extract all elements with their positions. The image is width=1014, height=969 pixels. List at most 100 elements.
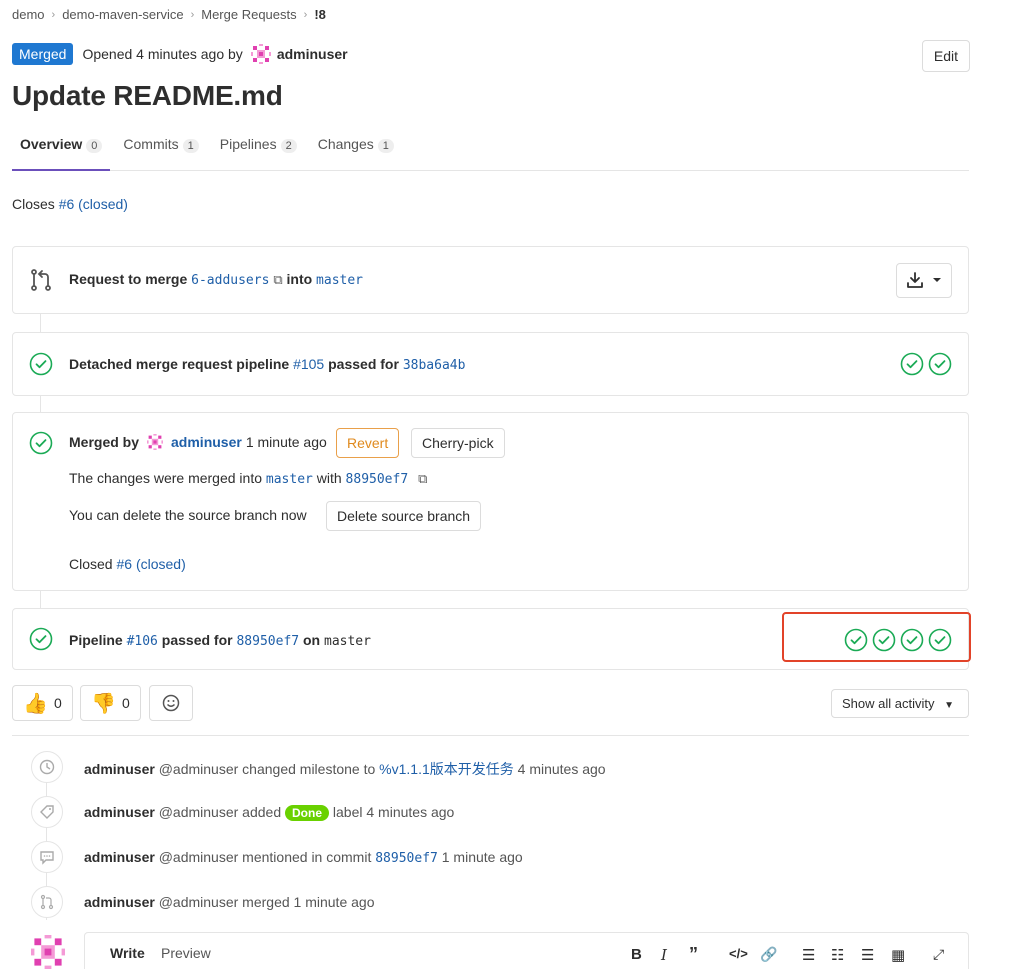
avatar[interactable] <box>251 44 271 64</box>
source-branch-link[interactable]: 6-addusers <box>191 273 269 288</box>
tab-commits[interactable]: Commits 1 <box>115 126 206 171</box>
tab-label: Commits <box>123 136 179 152</box>
bullet-list-icon[interactable]: ☰ <box>802 946 820 964</box>
revert-button[interactable]: Revert <box>336 428 400 458</box>
activity-handle: @adminuser <box>158 804 239 820</box>
target-branch-link[interactable]: master <box>316 273 363 288</box>
commit-link[interactable]: 38ba6a4b <box>403 358 466 373</box>
activity-action: changed milestone to <box>242 761 376 777</box>
closes-text: Closes #6 (closed) <box>12 196 128 212</box>
edit-button[interactable]: Edit <box>921 40 970 72</box>
bold-icon[interactable]: B <box>631 946 649 964</box>
breadcrumb-project[interactable]: demo-maven-service <box>62 7 183 22</box>
award-count: 0 <box>54 695 62 711</box>
pipeline-link[interactable]: #105 <box>293 356 324 372</box>
tab-changes[interactable]: Changes 1 <box>310 126 402 171</box>
activity-user[interactable]: adminuser <box>84 761 155 777</box>
commit-link[interactable]: 88950ef7 <box>375 851 438 866</box>
commit-link[interactable]: 88950ef7 <box>236 634 299 649</box>
thumbsup-award-button[interactable]: 👍 0 <box>12 685 73 721</box>
branch-name: master <box>324 634 371 649</box>
clock-icon <box>31 751 63 783</box>
pipeline-link[interactable]: #106 <box>127 634 158 649</box>
delete-source-branch-button[interactable]: Delete source branch <box>326 501 482 531</box>
avatar[interactable] <box>31 935 65 969</box>
closed-issue-link[interactable]: #6 (closed) <box>116 556 185 572</box>
stage-success-icon[interactable] <box>928 352 952 376</box>
activity-user[interactable]: adminuser <box>84 849 155 865</box>
author-link[interactable]: adminuser <box>277 46 348 62</box>
closes-prefix: Closes <box>12 196 55 212</box>
activity-item: adminuser @adminuser mentioned in commit… <box>84 849 523 866</box>
italic-icon[interactable]: I <box>661 946 679 964</box>
activity-action: added <box>242 804 282 820</box>
tab-label: Changes <box>317 136 374 152</box>
task-list-icon[interactable]: ☰ <box>861 946 879 964</box>
thumbsdown-award-button[interactable]: 👎 0 <box>80 685 141 721</box>
status-success-icon[interactable] <box>29 627 53 651</box>
opened-text: Opened 4 minutes ago by <box>82 46 243 62</box>
activity-handle: @adminuser <box>158 761 239 777</box>
copy-icon[interactable]: ⧉ <box>418 471 427 486</box>
pipeline-prefix: Pipeline <box>69 632 123 648</box>
tab-write[interactable]: Write <box>110 945 145 961</box>
breadcrumb-mr-id[interactable]: !8 <box>314 7 326 22</box>
pipeline-prefix: Detached merge request pipeline <box>69 356 290 372</box>
merged-prefix: Merged by <box>69 434 140 450</box>
thumbsdown-icon: 👎 <box>91 692 117 715</box>
target-branch-link[interactable]: master <box>266 472 313 487</box>
pipeline-mid: passed for <box>328 356 399 372</box>
merged-user-link[interactable]: adminuser <box>171 434 242 450</box>
milestone-link[interactable]: %v1.1.1版本开发任务 <box>379 761 514 777</box>
activity-handle: @adminuser <box>158 894 239 910</box>
quote-icon[interactable]: ” <box>689 945 707 964</box>
breadcrumb-group[interactable]: demo <box>12 7 45 22</box>
mr-tabs: Overview 0 Commits 1 Pipelines 2 Changes 1 <box>12 126 969 171</box>
thumbsup-icon: 👍 <box>23 692 49 715</box>
show-activity-label: Show all activity <box>842 696 935 711</box>
tab-count: 0 <box>86 139 103 153</box>
activity-time: 1 minute ago <box>293 894 375 910</box>
merge-into: into <box>286 271 313 287</box>
pipeline-on: on <box>303 632 321 648</box>
detached-pipeline-text: Detached merge request pipeline #105 pas… <box>69 356 465 373</box>
changes-with: with <box>316 470 342 486</box>
add-reaction-button[interactable] <box>149 685 193 721</box>
table-icon[interactable]: ▦ <box>891 946 909 964</box>
pipeline-mid: passed for <box>161 632 233 648</box>
tab-count: 1 <box>377 139 394 153</box>
tag-icon <box>31 796 63 828</box>
activity-user[interactable]: adminuser <box>84 894 155 910</box>
numbered-list-icon[interactable]: ☷ <box>831 946 849 964</box>
merge-prefix: Request to merge <box>69 271 188 287</box>
show-activity-dropdown[interactable]: Show all activity ▼ <box>831 689 969 718</box>
award-count: 0 <box>122 695 130 711</box>
status-success-icon[interactable] <box>29 352 53 376</box>
code-icon[interactable]: </> <box>729 946 748 964</box>
activity-action: mentioned in commit <box>242 849 372 865</box>
fullscreen-icon[interactable]: ⤢ <box>933 946 951 964</box>
activity-time: 1 minute ago <box>441 849 523 865</box>
breadcrumb-merge-requests[interactable]: Merge Requests <box>201 7 296 22</box>
download-dropdown[interactable] <box>896 263 952 298</box>
chevron-down-icon: ▼ <box>944 700 955 711</box>
link-icon[interactable]: 🔗 <box>760 946 778 964</box>
closes-issue-link[interactable]: #6 (closed) <box>59 196 128 212</box>
tab-preview[interactable]: Preview <box>161 945 211 961</box>
stage-success-icon[interactable] <box>900 352 924 376</box>
comment-icon <box>31 841 63 873</box>
copy-icon[interactable]: ⧉ <box>273 272 282 287</box>
chevron-right-icon: › <box>190 8 195 21</box>
activity-user[interactable]: adminuser <box>84 804 155 820</box>
activity-time: 4 minutes ago <box>517 761 606 777</box>
merge-commit-link[interactable]: 88950ef7 <box>346 472 409 487</box>
tab-overview[interactable]: Overview 0 <box>12 126 111 171</box>
activity-time: 4 minutes ago <box>366 804 455 820</box>
done-label-badge[interactable]: Done <box>285 805 329 821</box>
activity-handle: @adminuser <box>158 849 239 865</box>
tab-pipelines[interactable]: Pipelines 2 <box>212 126 305 171</box>
cherry-pick-button[interactable]: Cherry-pick <box>411 428 505 458</box>
avatar[interactable] <box>147 434 163 450</box>
download-icon <box>907 272 941 288</box>
activity-item: adminuser @adminuser changed milestone t… <box>84 759 606 779</box>
